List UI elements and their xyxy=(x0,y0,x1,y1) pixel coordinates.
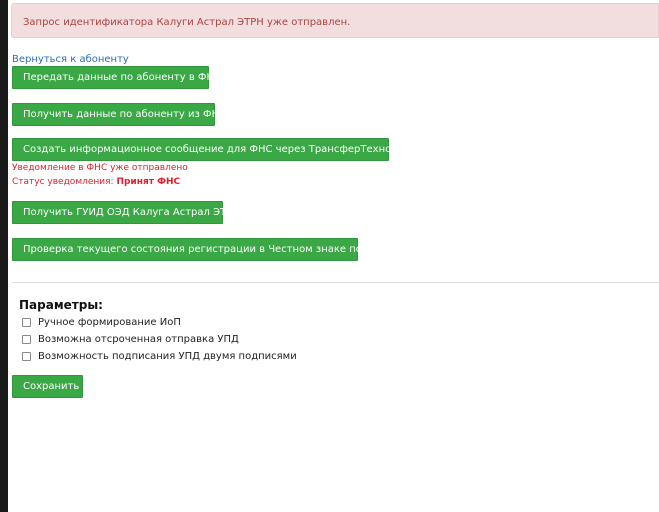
send-data-to-fns-button[interactable]: Передать данные по абоненту в ФНС xyxy=(12,66,221,89)
page: Запрос идентификатора Калуги Астрал ЭТРН… xyxy=(0,0,659,512)
deferred-upd-checkbox[interactable] xyxy=(22,334,31,344)
save-button[interactable]: Сохранить xyxy=(12,375,83,398)
get-data-from-fns-button[interactable]: Получить данные по абоненту из ФНС xyxy=(12,103,226,126)
param-row-two-signatures: Возможность подписания УПД двумя подпися… xyxy=(22,349,297,363)
params-title: Параметры: xyxy=(19,298,103,312)
get-guid-button[interactable]: Получить ГУИД ОЭД Калуга Астрал ЭТРН xyxy=(12,201,240,224)
param-label: Возможность подписания УПД двумя подпися… xyxy=(38,350,297,362)
section-divider xyxy=(12,282,659,283)
notice-status-value: Принят ФНС xyxy=(116,177,181,187)
alert-banner: Запрос идентификатора Калуги Астрал ЭТРН… xyxy=(11,3,659,38)
param-label: Возможна отсроченная отправка УПД xyxy=(38,333,239,345)
param-row-manual-iop: Ручное формирование ИоП xyxy=(22,315,181,329)
notice-sent-text: Уведомление в ФНС уже отправлено xyxy=(12,163,188,173)
back-to-subscriber-link[interactable]: Вернуться к абоненту xyxy=(12,54,129,65)
two-signatures-checkbox[interactable] xyxy=(22,351,31,361)
notice-status: Статус уведомления: Принят ФНС xyxy=(12,177,180,187)
create-info-message-button[interactable]: Создать информационное сообщение для ФНС… xyxy=(12,138,422,161)
manual-iop-checkbox[interactable] xyxy=(22,317,31,327)
alert-text: Запрос идентификатора Калуги Астрал ЭТРН… xyxy=(23,17,351,28)
notice-status-label: Статус уведомления: xyxy=(12,177,114,187)
param-label: Ручное формирование ИоП xyxy=(38,316,181,328)
check-registration-button[interactable]: Проверка текущего состояния регистрации … xyxy=(12,238,388,261)
param-row-deferred-upd: Возможна отсроченная отправка УПД xyxy=(22,332,239,346)
left-rail xyxy=(0,0,8,512)
